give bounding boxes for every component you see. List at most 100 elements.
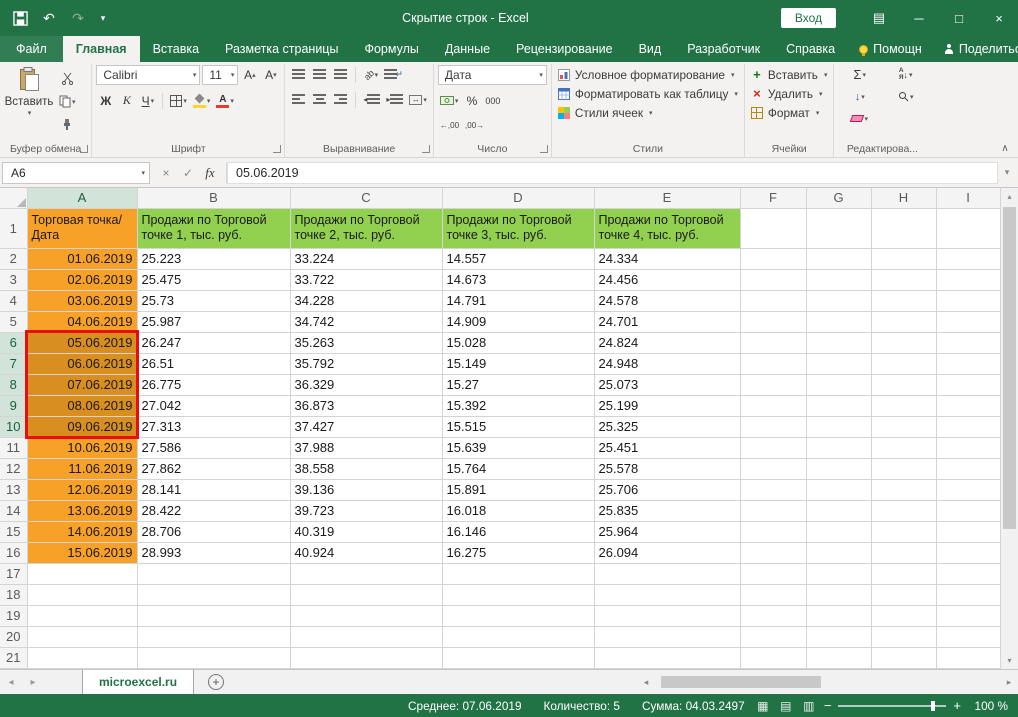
empty-cell[interactable]: [740, 248, 807, 270]
sign-in-button[interactable]: Вход: [780, 8, 836, 28]
cell-e15[interactable]: 25.964: [594, 521, 741, 543]
cell-b11[interactable]: 27.586: [137, 437, 291, 459]
cell-e8[interactable]: 25.073: [594, 374, 741, 396]
name-box[interactable]: A6 ▾: [2, 161, 150, 184]
cell-b5[interactable]: 25.987: [137, 311, 291, 333]
cell-a9[interactable]: 08.06.2019: [27, 395, 138, 417]
cell-d3[interactable]: 14.673: [442, 269, 595, 291]
cell-a6[interactable]: 05.06.2019: [27, 332, 138, 354]
cell-b2[interactable]: 25.223: [137, 248, 291, 270]
font-size-select[interactable]: 11 ▾: [202, 65, 239, 85]
clipboard-dialog-launcher-icon[interactable]: [80, 145, 89, 153]
autosum-button[interactable]: Σ ▾: [838, 65, 881, 84]
empty-cell[interactable]: [936, 605, 1000, 627]
select-all-button[interactable]: [0, 188, 28, 209]
cell-d15[interactable]: 16.146: [442, 521, 595, 543]
empty-cell[interactable]: [740, 479, 807, 501]
font-family-select[interactable]: Calibri ▾: [96, 65, 201, 85]
formula-bar-expand-icon[interactable]: ▾: [998, 167, 1016, 178]
empty-cell[interactable]: [27, 584, 138, 606]
empty-cell[interactable]: [740, 542, 807, 564]
ribbon-display-options-icon[interactable]: ▤: [864, 5, 894, 31]
collapse-ribbon-icon[interactable]: ∧: [997, 143, 1013, 154]
tab-help[interactable]: Справка: [773, 36, 848, 62]
tab-data[interactable]: Данные: [432, 36, 503, 62]
orientation-button[interactable]: ab ▾: [361, 65, 380, 84]
cell-d8[interactable]: 15.27: [442, 374, 595, 396]
cell-d9[interactable]: 15.392: [442, 395, 595, 417]
zoom-out-icon[interactable]: −: [824, 698, 832, 713]
empty-cell[interactable]: [442, 626, 595, 648]
decrease-indent-button[interactable]: ◂: [361, 90, 382, 109]
empty-cell[interactable]: [871, 521, 937, 543]
empty-cell[interactable]: [936, 626, 1000, 648]
empty-cell[interactable]: [740, 437, 807, 459]
row-header-9[interactable]: 9: [0, 395, 28, 417]
empty-cell[interactable]: [137, 563, 291, 585]
empty-cell[interactable]: [740, 521, 807, 543]
empty-cell[interactable]: [137, 647, 291, 669]
row-header-8[interactable]: 8: [0, 374, 28, 396]
new-sheet-icon[interactable]: +: [208, 674, 225, 690]
empty-cell[interactable]: [871, 248, 937, 270]
row-header-7[interactable]: 7: [0, 353, 28, 375]
cell-a16[interactable]: 15.06.2019: [27, 542, 138, 564]
cell-styles-button[interactable]: Стили ячеек ▾: [556, 103, 740, 122]
number-format-select[interactable]: Дата ▾: [437, 65, 547, 85]
empty-cell[interactable]: [936, 374, 1000, 396]
empty-cell[interactable]: [871, 269, 937, 291]
cell-d5[interactable]: 14.909: [442, 311, 595, 333]
empty-cell[interactable]: [871, 395, 937, 417]
empty-cell[interactable]: [936, 584, 1000, 606]
cell-c16[interactable]: 40.924: [290, 542, 443, 564]
empty-cell[interactable]: [871, 311, 937, 333]
sheet-nav-right-icon[interactable]: ▸: [22, 670, 44, 694]
tab-formulas[interactable]: Формулы: [351, 36, 431, 62]
cell-c4[interactable]: 34.228: [290, 290, 443, 312]
empty-cell[interactable]: [806, 353, 872, 375]
empty-cell[interactable]: [871, 458, 937, 480]
cell-e7[interactable]: 24.948: [594, 353, 741, 375]
empty-cell[interactable]: [594, 647, 741, 669]
column-header-d[interactable]: D: [442, 188, 595, 209]
cell-c13[interactable]: 39.136: [290, 479, 443, 501]
empty-cell[interactable]: [27, 626, 138, 648]
empty-cell[interactable]: [290, 563, 443, 585]
empty-cell[interactable]: [936, 290, 1000, 312]
empty-cell[interactable]: [871, 416, 937, 438]
empty-cell[interactable]: [936, 563, 1000, 585]
empty-cell[interactable]: [936, 353, 1000, 375]
cell-e12[interactable]: 25.578: [594, 458, 741, 480]
cell-c11[interactable]: 37.988: [290, 437, 443, 459]
row-header-15[interactable]: 15: [0, 521, 28, 543]
empty-cell[interactable]: [290, 605, 443, 627]
empty-cell[interactable]: [936, 521, 1000, 543]
tell-me-button[interactable]: Помощн: [848, 36, 933, 62]
cell-a11[interactable]: 10.06.2019: [27, 437, 138, 459]
empty-cell[interactable]: [806, 269, 872, 291]
cell-a15[interactable]: 14.06.2019: [27, 521, 138, 543]
empty-cell[interactable]: [806, 208, 872, 249]
align-left-button[interactable]: [289, 90, 308, 109]
cell-c3[interactable]: 33.722: [290, 269, 443, 291]
accounting-format-button[interactable]: ▾: [438, 91, 461, 110]
cell-b1[interactable]: Продажи по Торговой точке 1, тыс. руб.: [137, 208, 291, 249]
cell-c8[interactable]: 36.329: [290, 374, 443, 396]
wrap-text-button[interactable]: ↵: [382, 65, 405, 84]
empty-cell[interactable]: [290, 626, 443, 648]
sheet-tab-microexcel[interactable]: microexcel.ru: [82, 670, 195, 694]
row-header-3[interactable]: 3: [0, 269, 28, 291]
align-top-button[interactable]: [289, 65, 308, 84]
vertical-scrollbar-thumb[interactable]: [1003, 207, 1016, 529]
column-header-a[interactable]: A: [27, 188, 138, 209]
cell-b8[interactable]: 26.775: [137, 374, 291, 396]
save-icon[interactable]: [10, 8, 30, 28]
empty-cell[interactable]: [806, 479, 872, 501]
row-header-21[interactable]: 21: [0, 647, 28, 669]
zoom-in-icon[interactable]: +: [953, 698, 961, 713]
empty-cell[interactable]: [871, 605, 937, 627]
empty-cell[interactable]: [594, 563, 741, 585]
cell-d14[interactable]: 16.018: [442, 500, 595, 522]
row-header-2[interactable]: 2: [0, 248, 28, 270]
cell-c12[interactable]: 38.558: [290, 458, 443, 480]
